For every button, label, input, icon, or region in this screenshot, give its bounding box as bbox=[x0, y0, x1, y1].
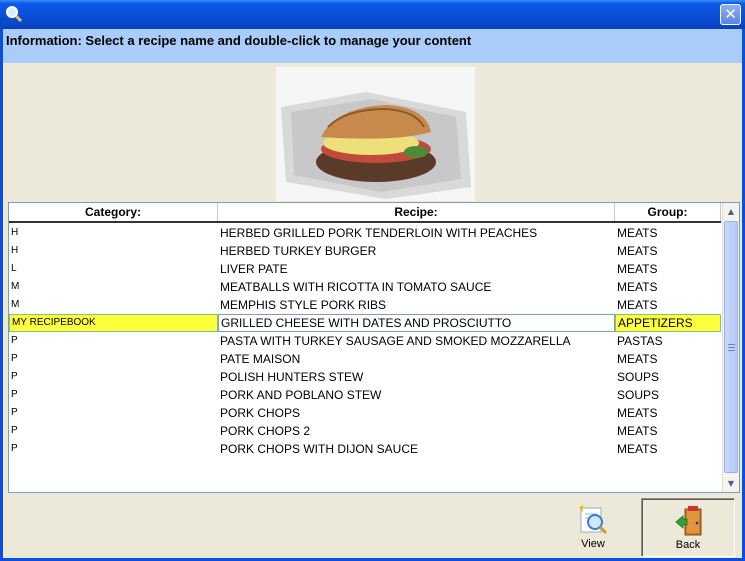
table-body: H HERBED GRILLED PORK TENDERLOIN WITH PEA… bbox=[9, 224, 721, 458]
row-group[interactable]: APPETIZERS bbox=[615, 314, 721, 332]
row-group[interactable]: SOUPS bbox=[615, 386, 721, 404]
table-header: Category: Recipe: Group: bbox=[9, 203, 721, 223]
view-button[interactable]: View bbox=[546, 498, 640, 557]
row-recipe[interactable]: PASTA WITH TURKEY SAUSAGE AND SMOKED MOZ… bbox=[218, 332, 615, 350]
scroll-down-icon[interactable]: ▼ bbox=[723, 475, 739, 492]
row-category[interactable]: H bbox=[9, 224, 218, 242]
row-recipe[interactable]: GRILLED CHEESE WITH DATES AND PROSCIUTTO bbox=[218, 314, 615, 332]
row-group[interactable]: MEATS bbox=[615, 278, 721, 296]
row-group[interactable]: PASTAS bbox=[615, 332, 721, 350]
row-category[interactable]: MY RECIPEBOOK bbox=[9, 314, 218, 332]
info-bar: Information: Select a recipe name and do… bbox=[3, 29, 742, 63]
row-recipe[interactable]: POLISH HUNTERS STEW bbox=[218, 368, 615, 386]
row-group[interactable]: MEATS bbox=[615, 260, 721, 278]
row-group[interactable]: MEATS bbox=[615, 422, 721, 440]
recipe-table: Category: Recipe: Group: H HERBED GRILLED… bbox=[8, 202, 740, 493]
row-category[interactable]: P bbox=[9, 404, 218, 422]
recipe-photo bbox=[276, 67, 475, 201]
table-row[interactable]: P PORK CHOPS WITH DIJON SAUCE MEATS bbox=[9, 440, 721, 458]
title-bar: ✕ bbox=[0, 0, 745, 29]
row-group[interactable]: MEATS bbox=[615, 296, 721, 314]
header-recipe[interactable]: Recipe: bbox=[218, 203, 615, 221]
row-recipe[interactable]: PORK CHOPS WITH DIJON SAUCE bbox=[218, 440, 615, 458]
table-row[interactable]: P PATE MAISON MEATS bbox=[9, 350, 721, 368]
recipe-window: ✕ Information: Select a recipe name and … bbox=[0, 0, 745, 561]
row-recipe[interactable]: LIVER PATE bbox=[218, 260, 615, 278]
exit-door-icon bbox=[675, 506, 702, 536]
row-recipe[interactable]: MEATBALLS WITH RICOTTA IN TOMATO SAUCE bbox=[218, 278, 615, 296]
row-recipe[interactable]: MEMPHIS STYLE PORK RIBS bbox=[218, 296, 615, 314]
row-recipe[interactable]: HERBED TURKEY BURGER bbox=[218, 242, 615, 260]
row-category[interactable]: P bbox=[9, 332, 218, 350]
row-recipe[interactable]: PATE MAISON bbox=[218, 350, 615, 368]
row-recipe[interactable]: PORK AND POBLANO STEW bbox=[218, 386, 615, 404]
back-label: Back bbox=[675, 539, 701, 551]
table-row[interactable]: P PASTA WITH TURKEY SAUSAGE AND SMOKED MO… bbox=[9, 332, 721, 350]
close-button[interactable]: ✕ bbox=[720, 4, 741, 25]
row-group[interactable]: MEATS bbox=[615, 242, 721, 260]
row-category[interactable]: P bbox=[9, 350, 218, 368]
table-row[interactable]: M MEATBALLS WITH RICOTTA IN TOMATO SAUCE M… bbox=[9, 278, 721, 296]
table-row[interactable]: M MEMPHIS STYLE PORK RIBS MEATS bbox=[9, 296, 721, 314]
search-icon bbox=[6, 6, 23, 23]
row-group[interactable]: MEATS bbox=[615, 350, 721, 368]
row-category[interactable]: P bbox=[9, 422, 218, 440]
row-category[interactable]: P bbox=[9, 368, 218, 386]
view-label: View bbox=[581, 538, 605, 550]
row-group[interactable]: MEATS bbox=[615, 224, 721, 242]
row-group[interactable]: MEATS bbox=[615, 404, 721, 422]
row-recipe[interactable]: HERBED GRILLED PORK TENDERLOIN WITH PEAC… bbox=[218, 224, 615, 242]
table-row[interactable]: P PORK CHOPS 2 MEATS bbox=[9, 422, 721, 440]
info-text: Information: Select a recipe name and do… bbox=[6, 33, 472, 48]
row-category[interactable]: H bbox=[9, 242, 218, 260]
row-category[interactable]: M bbox=[9, 296, 218, 314]
table-row[interactable]: MY RECIPEBOOK GRILLED CHEESE WITH DATES A… bbox=[9, 314, 721, 332]
table-row[interactable]: P PORK CHOPS MEATS bbox=[9, 404, 721, 422]
row-category[interactable]: P bbox=[9, 440, 218, 458]
row-recipe[interactable]: PORK CHOPS 2 bbox=[218, 422, 615, 440]
header-group[interactable]: Group: bbox=[615, 203, 721, 221]
table-row[interactable]: H HERBED TURKEY BURGER MEATS bbox=[9, 242, 721, 260]
table-row[interactable]: H HERBED GRILLED PORK TENDERLOIN WITH PEA… bbox=[9, 224, 721, 242]
table-row[interactable]: P PORK AND POBLANO STEW SOUPS bbox=[9, 386, 721, 404]
vertical-scrollbar[interactable]: ▲ ▼ bbox=[722, 203, 739, 492]
row-category[interactable]: M bbox=[9, 278, 218, 296]
back-button[interactable]: Back bbox=[641, 498, 735, 557]
scroll-thumb[interactable] bbox=[724, 221, 738, 473]
row-group[interactable]: MEATS bbox=[615, 440, 721, 458]
row-group[interactable]: SOUPS bbox=[615, 368, 721, 386]
scroll-up-icon[interactable]: ▲ bbox=[723, 203, 739, 220]
view-magnifier-icon bbox=[579, 504, 608, 535]
row-category[interactable]: P bbox=[9, 386, 218, 404]
row-recipe[interactable]: PORK CHOPS bbox=[218, 404, 615, 422]
header-category[interactable]: Category: bbox=[9, 203, 218, 221]
row-category[interactable]: L bbox=[9, 260, 218, 278]
table-row[interactable]: P POLISH HUNTERS STEW SOUPS bbox=[9, 368, 721, 386]
table-row[interactable]: L LIVER PATE MEATS bbox=[9, 260, 721, 278]
grip-icon bbox=[728, 344, 735, 351]
